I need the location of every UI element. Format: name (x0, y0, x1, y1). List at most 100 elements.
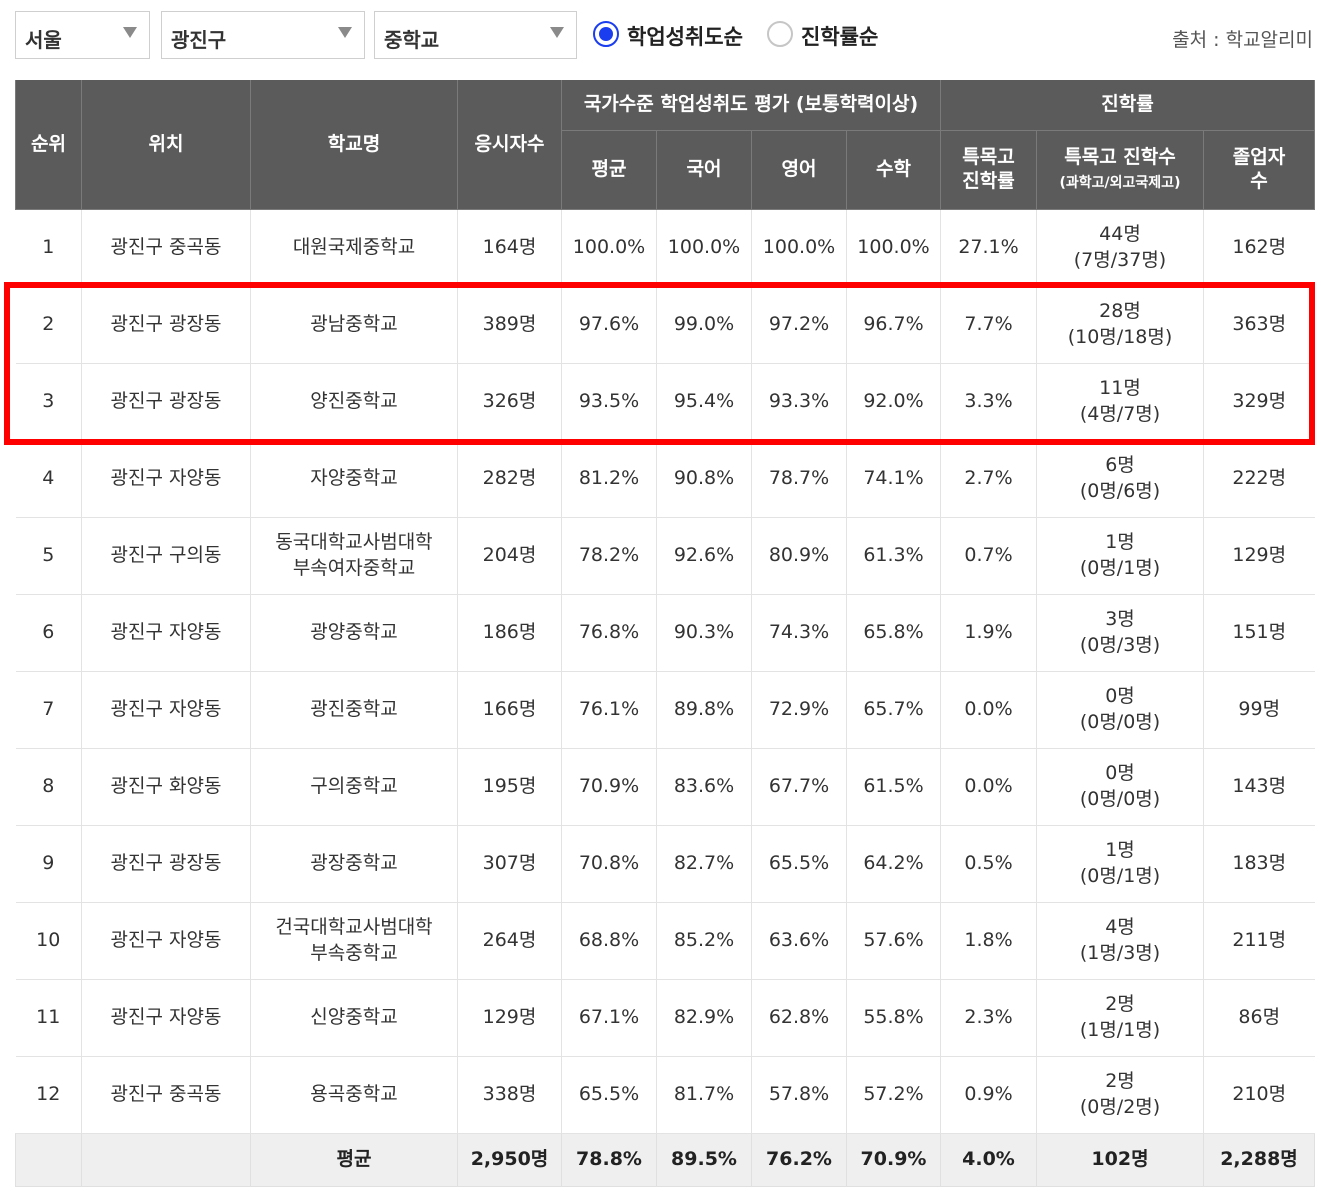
special-count-detail: (0명/0명) (1079, 711, 1161, 733)
korean-cell: 100.0% (656, 209, 752, 287)
table-row: 12 광진구 중곡동 용곡중학교 338명 65.5% 81.7% 57.8% 57.2% 0.… (15, 1056, 1315, 1134)
school-name-cell: 구의중학교 (250, 748, 458, 826)
average-cell: 78.2% (561, 517, 657, 595)
source-note: 출처 : 학교알리미 (1172, 29, 1313, 51)
special-count-detail: (0명/1명) (1079, 557, 1161, 579)
school-name-line: 구의중학교 (310, 775, 398, 798)
english-cell: 57.8% (751, 1056, 847, 1134)
region-select[interactable]: 서울 (15, 11, 150, 59)
school-name-cell: 광진중학교 (250, 671, 458, 749)
sort-radio-label: 학업성취도순 (627, 25, 743, 49)
footer-english: 76.2% (751, 1133, 847, 1187)
rank-cell: 9 (15, 825, 82, 903)
table-row: 9 광진구 광장동 광장중학교 307명 70.8% 82.7% 65.5% 64.2% 0.5… (15, 825, 1315, 903)
footer-special-count: 102명 (1036, 1133, 1204, 1187)
district-select-value: 광진구 (171, 28, 227, 52)
graduates-cell: 211명 (1202, 902, 1315, 980)
sort-radio-admission[interactable]: 진학률순 (767, 19, 892, 51)
school-name-cell: 건국대학교사범대학 부속중학교 (250, 902, 458, 980)
special-rate-cell: 2.7% (940, 440, 1037, 518)
rank-cell: 1 (15, 209, 82, 287)
korean-cell: 99.0% (656, 286, 752, 364)
location-cell: 광진구 자양동 (81, 671, 251, 749)
location-cell: 광진구 중곡동 (81, 1056, 251, 1134)
math-cell: 65.7% (846, 671, 941, 749)
rank-cell: 2 (15, 286, 82, 364)
special-count-total: 1명 (1105, 839, 1135, 862)
rank-cell: 5 (15, 517, 82, 595)
math-cell: 57.6% (846, 902, 941, 980)
special-count-detail: (4명/7명) (1079, 403, 1161, 425)
sort-radio-label: 진학률순 (801, 25, 879, 49)
special-rate-cell: 0.5% (940, 825, 1037, 903)
school-name-line: 부속여자중학교 (292, 557, 416, 579)
special-count-cell: 6명 (0명/6명) (1036, 440, 1204, 518)
header-admission-group: 진학률 (939, 80, 1316, 131)
district-select[interactable]: 광진구 (161, 11, 365, 59)
school-type-select[interactable]: 중학교 (374, 11, 577, 59)
special-rate-cell: 1.8% (940, 902, 1037, 980)
header-special-rate: 특목고 진학률 (940, 130, 1037, 210)
english-cell: 93.3% (751, 363, 847, 441)
school-name-line: 광남중학교 (310, 313, 398, 336)
footer-special-rate: 4.0% (940, 1133, 1037, 1187)
header-average: 평균 (561, 130, 657, 210)
graduates-cell: 183명 (1202, 825, 1315, 903)
special-rate-cell: 7.7% (940, 286, 1037, 364)
examinees-cell: 166명 (457, 671, 562, 749)
korean-cell: 90.3% (656, 594, 752, 672)
special-rate-cell: 2.3% (940, 979, 1037, 1057)
graduates-cell: 329명 (1202, 363, 1315, 441)
location-cell: 광진구 광장동 (81, 825, 251, 903)
school-ranking-table: 순위 위치 학교명 응시자수 국가수준 학업성취도 평가 (보통학력이상) 진학… (15, 80, 1316, 1187)
location-cell: 광진구 화양동 (81, 748, 251, 826)
header-rank: 순위 (15, 80, 82, 210)
special-count-detail: (7명/37명) (1073, 249, 1167, 271)
korean-cell: 83.6% (656, 748, 752, 826)
special-count-detail: (1명/1명) (1079, 1019, 1161, 1041)
average-cell: 76.8% (561, 594, 657, 672)
rank-cell: 4 (15, 440, 82, 518)
rank-cell: 11 (15, 979, 82, 1057)
filter-toolbar: 서울 광진구 중학교 학업성취도순 진학률순 출처 : 학교알리미 (15, 11, 1315, 61)
english-cell: 65.5% (751, 825, 847, 903)
sort-radio-achievement[interactable]: 학업성취도순 (593, 19, 758, 51)
special-count-total: 44명 (1099, 223, 1141, 246)
footer-average: 78.8% (561, 1133, 657, 1187)
special-rate-cell: 3.3% (940, 363, 1037, 441)
school-name-cell: 용곡중학교 (250, 1056, 458, 1134)
special-rate-cell: 0.0% (940, 748, 1037, 826)
english-cell: 100.0% (751, 209, 847, 287)
english-cell: 97.2% (751, 286, 847, 364)
rank-cell: 3 (15, 363, 82, 441)
math-cell: 55.8% (846, 979, 941, 1057)
school-name-cell: 광양중학교 (250, 594, 458, 672)
special-count-cell: 1명 (0명/1명) (1036, 825, 1204, 903)
special-count-detail: (10명/18명) (1067, 326, 1173, 348)
math-cell: 64.2% (846, 825, 941, 903)
korean-cell: 81.7% (656, 1056, 752, 1134)
graduates-cell: 99명 (1202, 671, 1315, 749)
special-count-cell: 2명 (0명/2명) (1036, 1056, 1204, 1134)
header-assessment-group: 국가수준 학업성취도 평가 (보통학력이상) (561, 80, 941, 131)
chevron-down-icon (550, 27, 564, 38)
footer-label: 평균 (250, 1133, 458, 1187)
special-count-total: 6명 (1105, 454, 1135, 477)
header-special-rate-line1: 특목고 (962, 146, 1015, 169)
examinees-cell: 186명 (457, 594, 562, 672)
header-special-count: 특목고 진학수 (과학고/외고국제고) (1036, 130, 1204, 210)
examinees-cell: 326명 (457, 363, 562, 441)
special-count-cell: 0명 (0명/0명) (1036, 748, 1204, 826)
math-cell: 96.7% (846, 286, 941, 364)
korean-cell: 95.4% (656, 363, 752, 441)
special-count-total: 11명 (1099, 377, 1141, 400)
average-cell: 93.5% (561, 363, 657, 441)
special-count-total: 3명 (1105, 608, 1135, 631)
school-name-cell: 신양중학교 (250, 979, 458, 1057)
graduates-cell: 86명 (1202, 979, 1315, 1057)
examinees-cell: 129명 (457, 979, 562, 1057)
korean-cell: 92.6% (656, 517, 752, 595)
special-count-total: 2명 (1105, 993, 1135, 1016)
math-cell: 61.5% (846, 748, 941, 826)
korean-cell: 89.8% (656, 671, 752, 749)
